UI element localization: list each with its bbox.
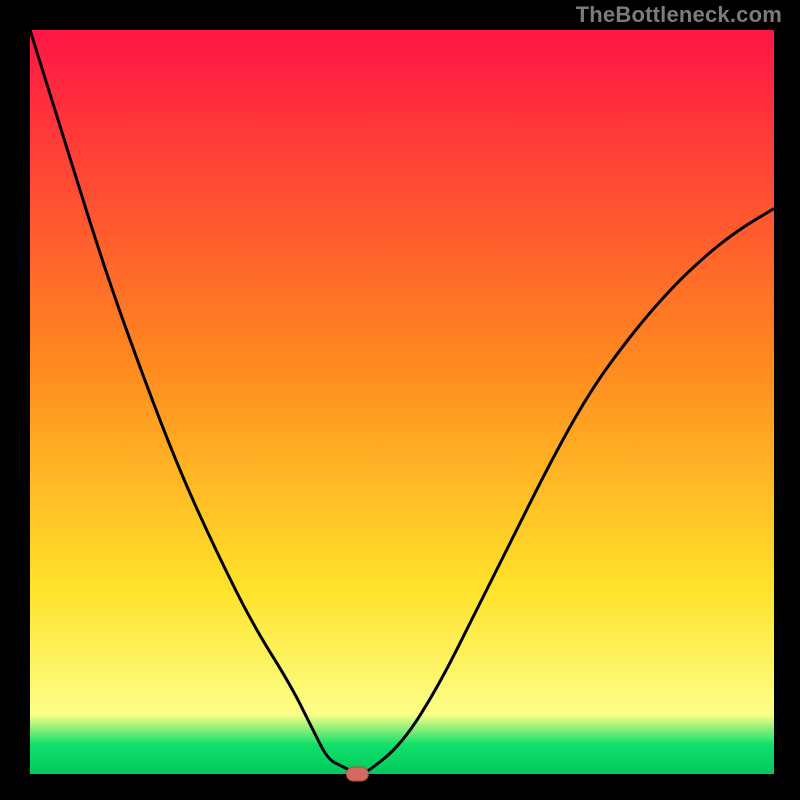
watermark-label: TheBottleneck.com bbox=[576, 2, 782, 28]
bottleneck-chart bbox=[0, 0, 800, 800]
plot-background bbox=[30, 30, 774, 774]
chart-frame: TheBottleneck.com bbox=[0, 0, 800, 800]
optimum-marker bbox=[346, 767, 368, 781]
